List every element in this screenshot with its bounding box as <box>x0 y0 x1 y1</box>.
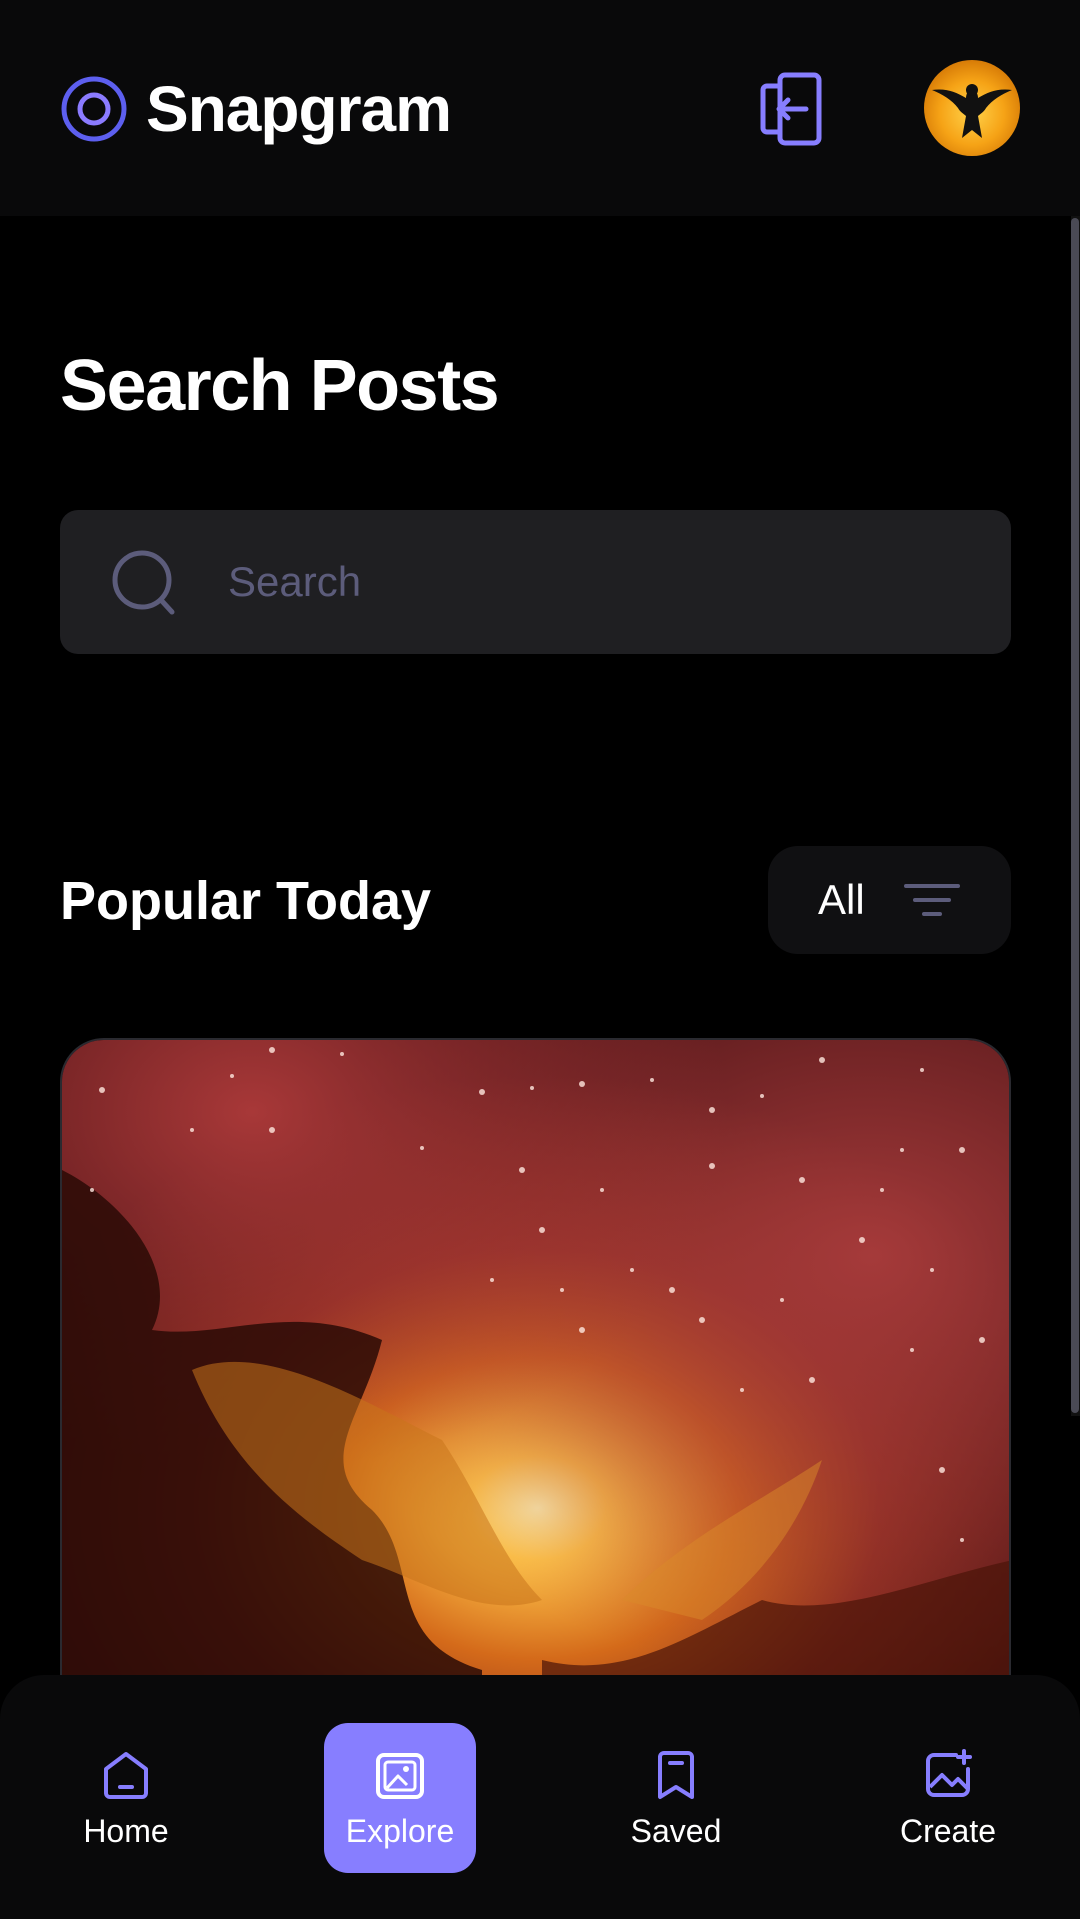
nav-item-saved[interactable]: Saved <box>600 1723 752 1873</box>
nav-item-create[interactable]: Create <box>872 1723 1024 1873</box>
nav-label-explore: Explore <box>345 1813 455 1849</box>
filter-icon <box>904 884 960 916</box>
search-input[interactable] <box>228 540 968 624</box>
user-avatar[interactable] <box>924 60 1020 156</box>
home-icon <box>104 1752 148 1799</box>
bottom-nav: Home Explore Saved Create <box>0 1675 1080 1919</box>
nav-label-home: Home <box>83 1813 169 1849</box>
logout-button[interactable] <box>758 72 824 146</box>
top-bar: Snapgram <box>0 0 1080 216</box>
nav-label-saved: Saved <box>630 1813 722 1849</box>
app-name: Snapgram <box>146 73 452 145</box>
search-icon <box>112 550 175 615</box>
filter-button[interactable]: All <box>768 846 1011 954</box>
logout-icon <box>760 72 822 146</box>
post-image <box>62 1040 1009 1756</box>
nav-item-home[interactable]: Home <box>50 1723 202 1873</box>
avatar-image <box>932 84 1012 138</box>
nav-item-explore[interactable]: Explore <box>324 1723 476 1873</box>
post-card[interactable] <box>60 1038 1011 1758</box>
create-post-icon <box>926 1749 972 1797</box>
app-logo[interactable]: Snapgram <box>60 72 452 146</box>
logo-icon <box>61 76 127 142</box>
scrollbar-thumb[interactable] <box>1071 218 1079 1413</box>
search-bar[interactable] <box>60 510 1011 654</box>
nav-label-create: Create <box>899 1813 997 1849</box>
page-title: Search Posts <box>60 346 500 426</box>
filter-label: All <box>818 876 865 923</box>
section-title: Popular Today <box>60 871 432 931</box>
explore-icon <box>376 1753 424 1799</box>
bookmark-icon <box>658 1751 694 1799</box>
